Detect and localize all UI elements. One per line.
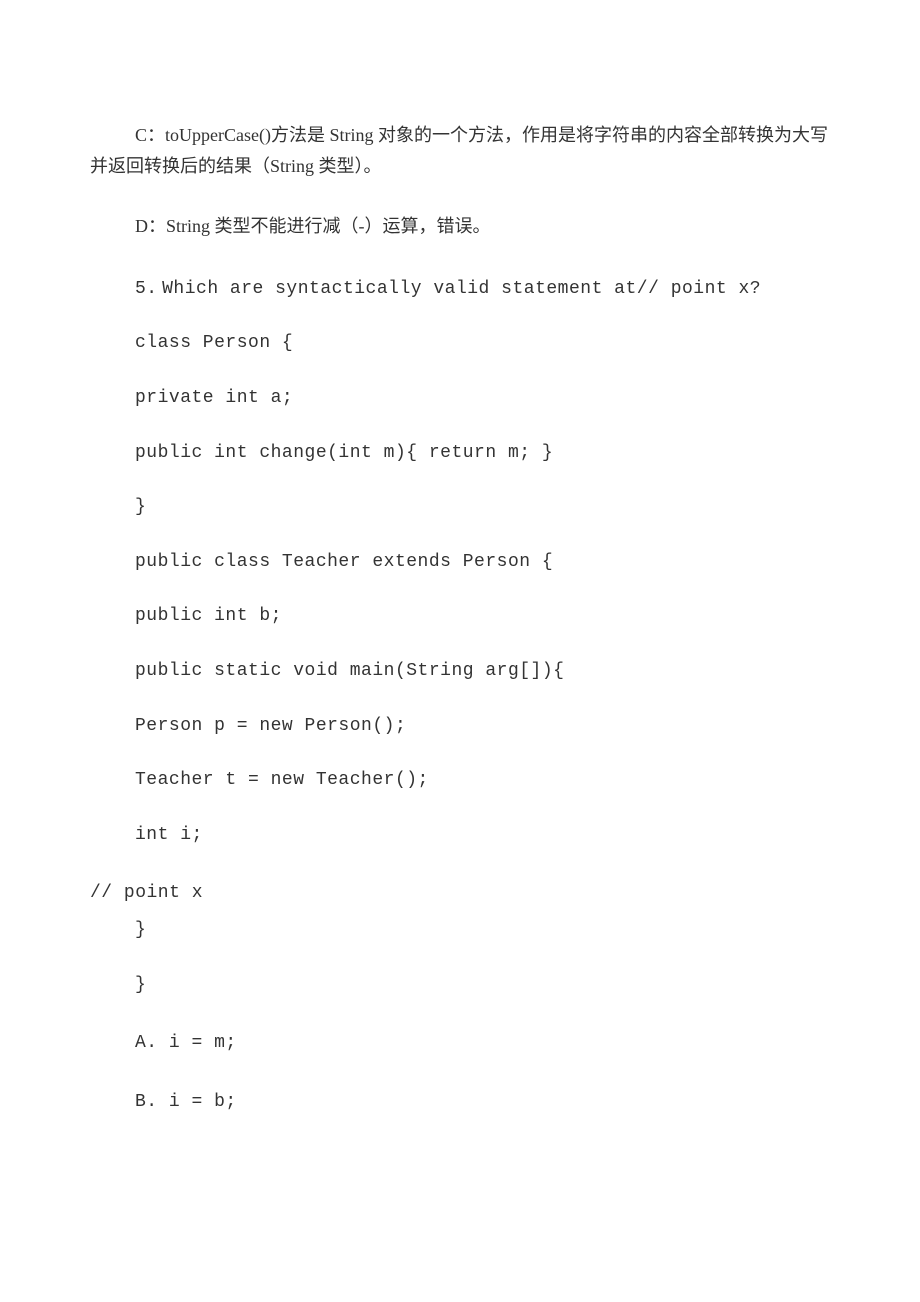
code-line-8: Person p = new Person(); (90, 711, 830, 742)
code-line-6: public int b; (90, 601, 830, 632)
question-text: Which are syntactically valid statement … (162, 279, 761, 299)
question-number: 5. (135, 279, 158, 299)
code-line-2: private int a; (90, 383, 830, 414)
paragraph-d: D：String 类型不能进行减（-）运算，错误。 (90, 211, 830, 242)
paragraph-c: C：toUpperCase()方法是 String 对象的一个方法，作用是将字符… (90, 120, 830, 181)
code-comment: // point x (90, 878, 830, 909)
code-line-11: } (90, 915, 830, 946)
document-page: C：toUpperCase()方法是 String 对象的一个方法，作用是将字符… (0, 0, 920, 1231)
code-line-12: } (90, 970, 830, 1001)
code-line-5: public class Teacher extends Person { (90, 547, 830, 578)
code-line-7: public static void main(String arg[]){ (90, 656, 830, 687)
option-b: B. i = b; (90, 1087, 830, 1118)
question-5: 5. Which are syntactically valid stateme… (90, 272, 830, 305)
code-line-4: } (90, 492, 830, 523)
code-line-3: public int change(int m){ return m; } (90, 438, 830, 469)
option-a: A. i = m; (90, 1028, 830, 1059)
code-line-1: class Person { (90, 328, 830, 359)
code-line-10: int i; (90, 820, 830, 851)
code-line-9: Teacher t = new Teacher(); (90, 765, 830, 796)
